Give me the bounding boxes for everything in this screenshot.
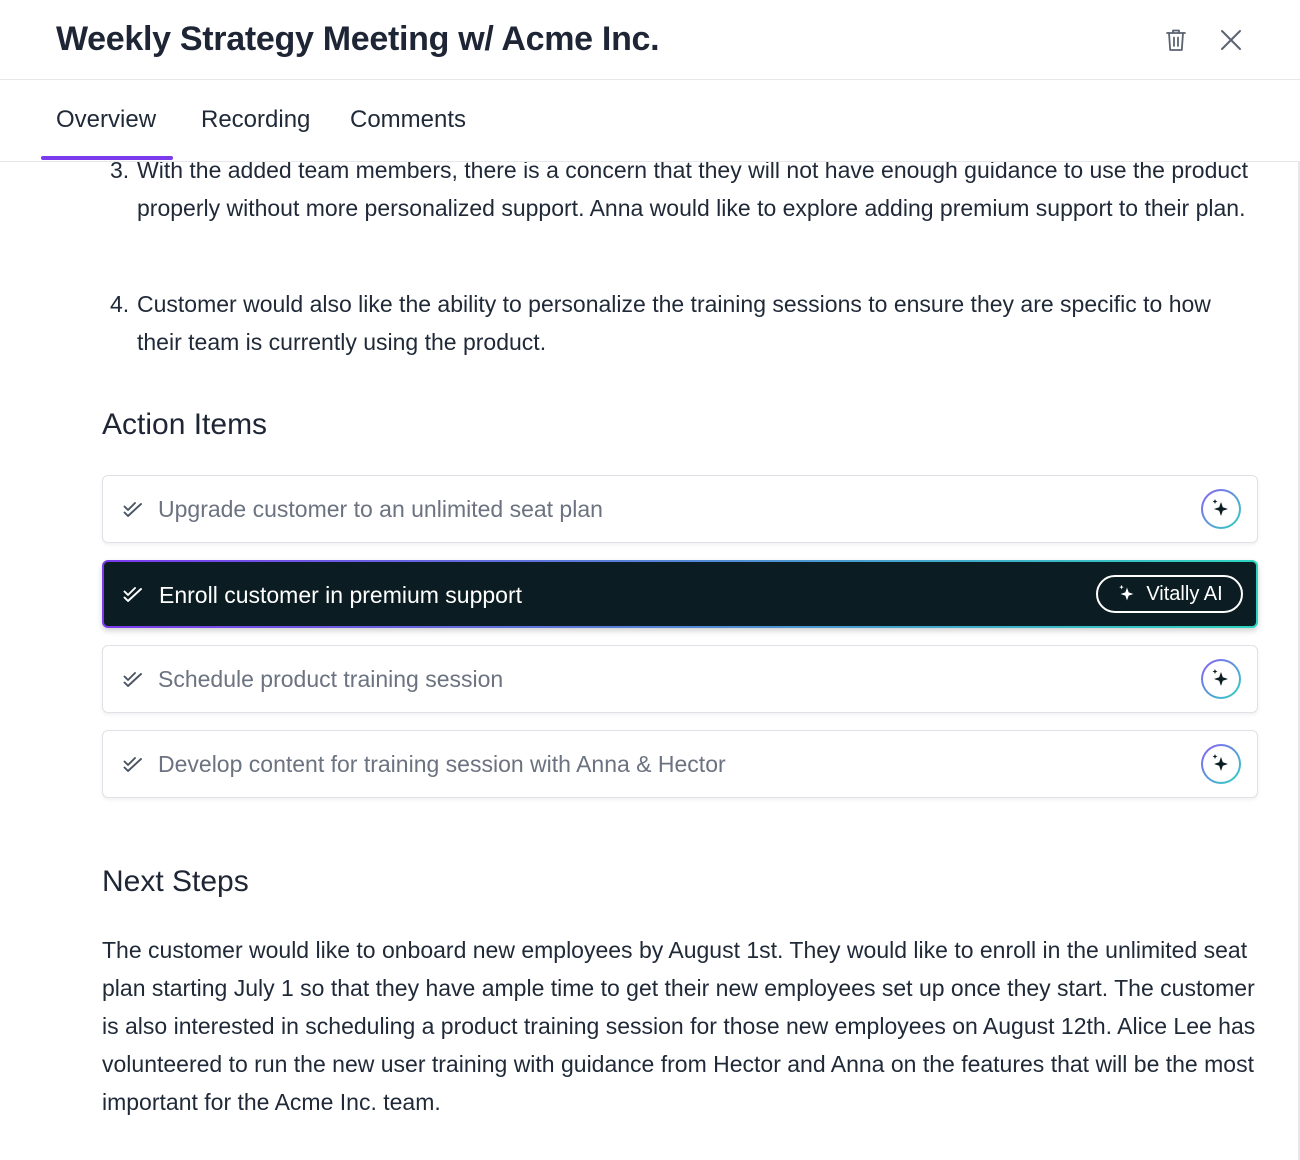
action-item-selected[interactable]: Enroll customer in premium support Vital… [102, 560, 1258, 628]
meeting-panel: Weekly Strategy Meeting w/ Acme Inc. Ove… [0, 0, 1300, 1160]
ai-assist-button[interactable] [1201, 489, 1241, 529]
vitally-ai-button[interactable]: Vitally AI [1096, 575, 1243, 613]
close-icon [1221, 30, 1241, 50]
panel-header: Weekly Strategy Meeting w/ Acme Inc. [0, 0, 1300, 80]
ai-assist-button[interactable] [1201, 744, 1241, 784]
action-item[interactable]: Upgrade customer to an unlimited seat pl… [102, 475, 1258, 543]
sparkle-icon [1212, 669, 1228, 686]
sparkle-icon [1212, 754, 1228, 771]
sparkle-icon [1212, 499, 1228, 516]
double-check-icon [123, 757, 142, 772]
action-item-label: Enroll customer in premium support [159, 582, 523, 608]
tab-bar: Overview Recording Comments [0, 80, 1300, 162]
action-item-label: Schedule product training session [158, 666, 504, 692]
close-button[interactable] [1213, 22, 1249, 58]
next-steps-text: The customer would like to onboard new e… [102, 937, 1256, 1115]
next-steps-heading: Next Steps [102, 865, 249, 898]
tab-comments[interactable]: Comments [350, 106, 466, 134]
list-item: 4. Customer would also like the ability … [110, 285, 1260, 365]
action-items-heading: Action Items [102, 408, 268, 441]
ai-assist-button[interactable] [1201, 659, 1241, 699]
trash-icon [1166, 29, 1186, 51]
double-check-icon [123, 502, 142, 517]
list-text: With the added team members, there is a … [137, 162, 1249, 221]
action-item[interactable]: Develop content for training session wit… [102, 730, 1258, 798]
list-number: 3. [110, 162, 130, 183]
list-item: 3. With the added team members, there is… [110, 162, 1260, 271]
overview-content[interactable]: 3. With the added team members, there is… [0, 162, 1300, 1160]
action-item-label: Upgrade customer to an unlimited seat pl… [158, 496, 603, 522]
double-check-icon [123, 587, 142, 602]
double-check-icon [123, 672, 142, 687]
list-number: 4. [110, 291, 130, 317]
vitally-ai-label: Vitally AI [1146, 582, 1223, 605]
action-item[interactable]: Schedule product training session [102, 645, 1258, 713]
action-item-label: Develop content for training session wit… [158, 751, 726, 777]
list-text: Customer would also like the ability to … [137, 291, 1211, 355]
page-title: Weekly Strategy Meeting w/ Acme Inc. [56, 20, 660, 58]
sparkle-icon [1119, 584, 1134, 601]
delete-button[interactable] [1158, 22, 1194, 58]
tab-overview[interactable]: Overview [56, 106, 156, 134]
active-tab-indicator [41, 156, 173, 160]
tab-recording[interactable]: Recording [201, 106, 310, 134]
